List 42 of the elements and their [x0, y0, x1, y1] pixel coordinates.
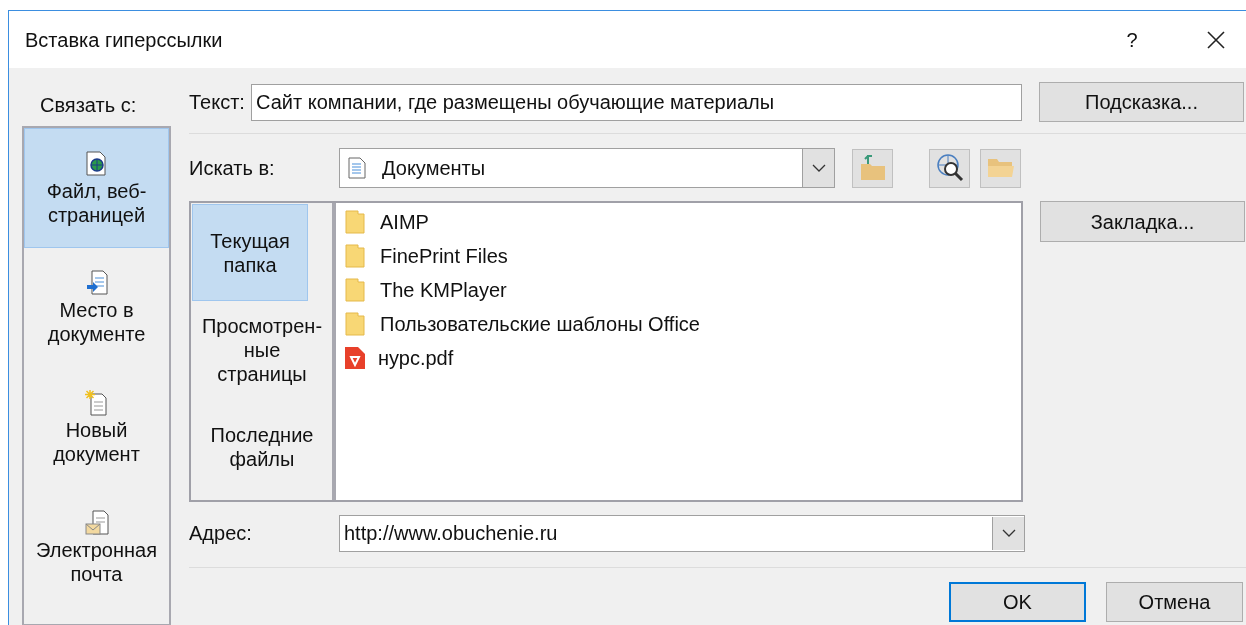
places-item[interactable]: Текущая папка	[192, 204, 308, 301]
globe-search-icon	[934, 153, 965, 183]
text-field[interactable]: Сайт компании, где размещены обучающие материалы	[251, 83, 1022, 121]
address-dropdown[interactable]: http://www.obuchenie.ru	[339, 514, 1025, 552]
places-item[interactable]: Просмотрен- ные страницы	[192, 301, 332, 398]
address-label: Адрес:	[189, 521, 253, 546]
close-icon	[1207, 30, 1225, 49]
file-name[interactable]: FinePrint Files	[380, 241, 508, 271]
file-name[interactable]: Пользовательские шаблоны Office	[380, 309, 700, 339]
document-icon	[348, 157, 366, 179]
window-title: Вставка гиперссылки	[25, 27, 223, 53]
link-type-item[interactable]: Файл, веб- страницей	[24, 128, 169, 248]
folder-icon	[344, 278, 368, 302]
file-list[interactable]: AIMP FinePrint Files The KMPlayer Пользовательские шаблоны Office нурс.pdf	[336, 203, 1021, 500]
places-item[interactable]: Последние файлы	[192, 398, 332, 495]
file-name[interactable]: нурс.pdf	[378, 343, 454, 373]
link-type-item[interactable]: Новый документ	[24, 368, 169, 488]
link-type-item[interactable]: Место в документе	[24, 248, 169, 368]
screentip-button[interactable]: Подсказка...	[1039, 82, 1244, 122]
web-page-icon	[85, 151, 108, 177]
folder-icon	[985, 156, 1016, 180]
cancel-button[interactable]: Отмена	[1106, 582, 1243, 622]
folder-icon	[344, 312, 368, 336]
file-name[interactable]: The KMPlayer	[380, 275, 507, 305]
new-document-icon	[84, 390, 109, 416]
link-to-label: Связать с:	[39, 93, 138, 114]
ok-button[interactable]: OK	[949, 582, 1086, 622]
link-type-item[interactable]: Электронная почта	[24, 488, 169, 608]
look-in-label: Искать в:	[189, 156, 276, 181]
folder-icon	[344, 210, 368, 234]
text-label: Текст:	[189, 90, 246, 115]
help-button[interactable]: ?	[1112, 19, 1152, 60]
document-arrow-icon	[85, 270, 108, 296]
pdf-file-icon	[344, 346, 366, 370]
look-in-dropdown[interactable]: Документы	[339, 148, 835, 188]
file-name[interactable]: AIMP	[380, 207, 429, 237]
bookmark-button[interactable]: Закладка...	[1040, 201, 1245, 242]
email-document-icon	[84, 510, 109, 536]
up-folder-button[interactable]	[852, 148, 893, 188]
folder-icon	[344, 244, 368, 268]
browse-file-button[interactable]	[980, 148, 1021, 188]
browse-web-button[interactable]	[929, 148, 970, 188]
